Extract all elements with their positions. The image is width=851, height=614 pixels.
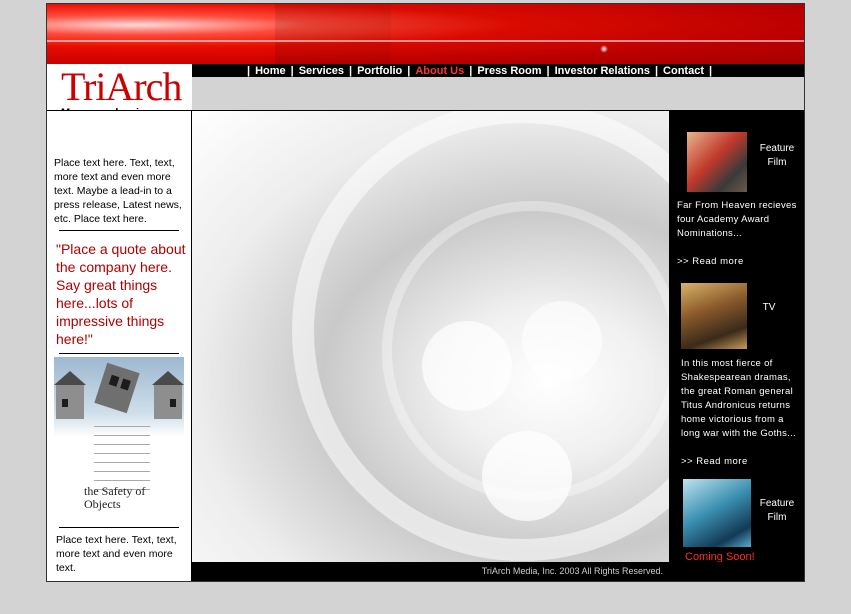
nav-services[interactable]: Services xyxy=(299,65,344,77)
subheader-bar xyxy=(192,77,804,111)
nav-portfolio[interactable]: Portfolio xyxy=(357,65,402,77)
house-roof xyxy=(54,371,86,385)
main-nav: | Home | Services | Portfolio | About Us… xyxy=(192,64,804,77)
nav-separator: | xyxy=(247,64,251,77)
hero-film-reel-image xyxy=(192,111,669,562)
divider xyxy=(59,353,179,354)
outro-text: Place text here. Text, text, more text a… xyxy=(56,534,177,574)
read-more-link[interactable]: >> Read more xyxy=(677,256,744,267)
tv-text: In this most fierce of Shakespearean dra… xyxy=(681,358,796,439)
poster-title: the Safety of Objects xyxy=(84,484,146,511)
house-roof xyxy=(152,371,184,385)
nav-about-us[interactable]: About Us xyxy=(415,65,464,77)
feature-text: Far From Heaven recieves four Academy Aw… xyxy=(677,200,797,239)
nav-separator: | xyxy=(469,64,473,77)
nav-press-room[interactable]: Press Room xyxy=(477,65,541,77)
feature-label: Feature Film xyxy=(759,143,795,168)
footer: TriArch Media, Inc. 2003 All Rights Rese… xyxy=(192,562,804,581)
nav-separator: | xyxy=(709,64,713,77)
logo-title: TriArch xyxy=(61,64,182,109)
read-more-link[interactable]: >> Read more xyxy=(681,456,748,467)
house xyxy=(56,385,84,419)
divider xyxy=(59,527,179,528)
feature-label: Feature Film xyxy=(759,498,795,523)
titus-thumbnail[interactable] xyxy=(681,283,747,349)
house-window xyxy=(170,399,176,407)
nav-investor-relations[interactable]: Investor Relations xyxy=(555,65,650,77)
banner-glow xyxy=(600,45,608,53)
company-quote: "Place a quote about the company here. S… xyxy=(56,241,186,347)
safety-of-objects-poster[interactable]: the Safety of Objects xyxy=(54,357,184,522)
nav-separator: | xyxy=(290,64,294,77)
divider xyxy=(59,230,179,231)
house-window xyxy=(62,399,68,407)
header-banner xyxy=(47,4,804,64)
nav-separator: | xyxy=(654,64,659,77)
banner-stripe xyxy=(391,4,804,64)
nav-separator: | xyxy=(348,64,353,77)
nav-separator: | xyxy=(546,64,550,77)
page-frame: TriArch M·e·d·i·a | Home | Services | Po… xyxy=(46,3,805,582)
logo[interactable]: TriArch M·e·d·i·a xyxy=(47,64,192,119)
reel-hole xyxy=(522,301,602,381)
house xyxy=(154,385,182,419)
nav-contact[interactable]: Contact xyxy=(663,65,704,77)
intro-text: Place text here. Text, text, more text a… xyxy=(54,157,182,225)
reel-hole xyxy=(482,431,572,521)
tv-label: TV xyxy=(762,302,776,313)
nav-home[interactable]: Home xyxy=(255,65,286,77)
house-window xyxy=(120,378,131,391)
coming-soon-thumbnail[interactable] xyxy=(683,479,751,547)
far-from-heaven-thumbnail[interactable] xyxy=(687,132,747,192)
banner-highlight xyxy=(47,40,804,42)
right-sidebar: Feature Film Far From Heaven recieves fo… xyxy=(669,111,804,563)
banner-stripe xyxy=(275,4,391,64)
nav-separator: | xyxy=(407,64,411,77)
reel-hole xyxy=(422,321,512,411)
left-sidebar: Place text here. Text, text, more text a… xyxy=(47,111,192,581)
house-window xyxy=(108,374,120,387)
